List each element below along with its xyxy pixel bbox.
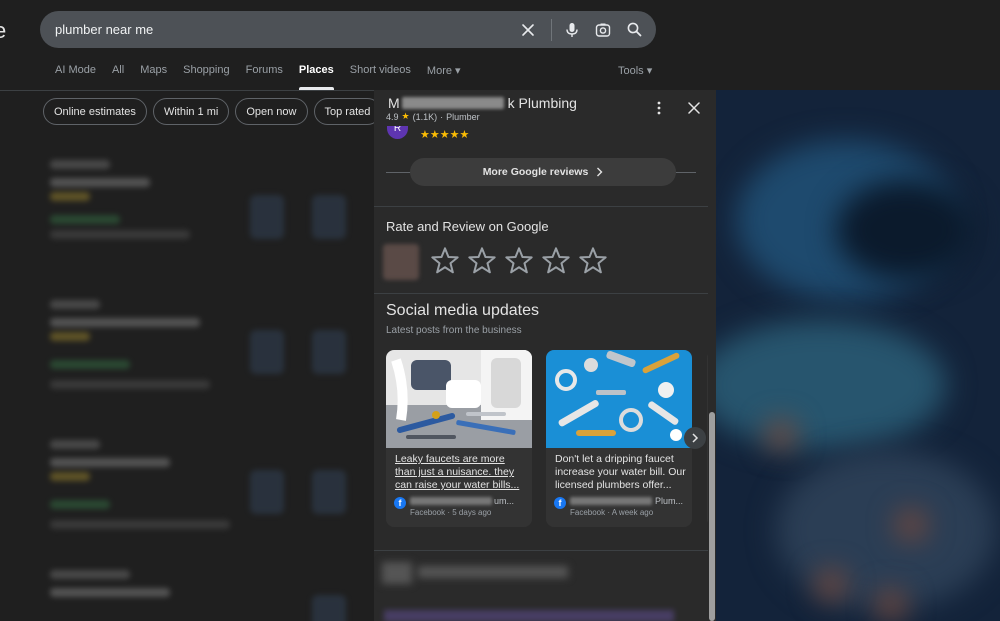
more-google-reviews-button[interactable]: More Google reviews [410, 158, 676, 186]
panel-header: M k Plumbing 4.9 ★ (1.1K) · Plumber [374, 90, 716, 126]
more-options-icon[interactable] [651, 98, 667, 118]
review-count: (1.1K) [412, 111, 438, 122]
search-icon[interactable] [620, 16, 648, 44]
business-name-suffix: k Plumbing [507, 95, 577, 111]
business-title: M k Plumbing [386, 95, 577, 111]
tab-shopping[interactable]: Shopping [183, 64, 230, 90]
business-meta: 4.9 ★ (1.1K) · Plumber [386, 111, 480, 122]
post-author: um... [410, 496, 514, 506]
search-tabs: AI Mode All Maps Shopping Forums Places … [55, 64, 477, 90]
tools-menu[interactable]: Tools ▾ [618, 64, 652, 77]
post-author: Plum... [570, 496, 683, 506]
user-avatar [383, 244, 419, 280]
business-name-prefix: M [388, 95, 400, 111]
facebook-icon: f [554, 497, 566, 509]
tab-all[interactable]: All [112, 64, 124, 90]
tab-maps[interactable]: Maps [140, 64, 167, 90]
post-text[interactable]: Leaky faucets are more than just a nuisa… [395, 453, 527, 492]
search-input[interactable]: plumber near me [55, 22, 514, 37]
chevron-right-icon [597, 167, 603, 177]
close-icon[interactable] [684, 98, 704, 118]
camera-lens-icon[interactable] [589, 16, 617, 44]
carousel-next-button[interactable] [684, 427, 706, 449]
rate-star-4[interactable] [540, 245, 572, 277]
redacted-business-name [401, 97, 504, 109]
google-logo-fragment[interactable]: e [0, 18, 6, 44]
post-author-suffix: um... [494, 496, 515, 506]
tab-ai-mode[interactable]: AI Mode [55, 64, 96, 90]
post-meta: Facebook · 5 days ago [410, 508, 492, 517]
rate-stars-input [429, 245, 609, 277]
facebook-icon: f [394, 497, 406, 509]
rate-star-1[interactable] [429, 245, 461, 277]
search-divider [551, 18, 552, 41]
tab-short-videos[interactable]: Short videos [350, 64, 411, 90]
tab-more[interactable]: More ▾ [427, 64, 461, 90]
chip-within-1-mi[interactable]: Within 1 mi [152, 98, 230, 125]
rating-value: 4.9 [386, 111, 399, 122]
social-updates-subtitle: Latest posts from the business [386, 325, 522, 336]
chip-open-now[interactable]: Open now [235, 98, 308, 125]
redacted-author [570, 497, 652, 505]
clear-icon[interactable] [514, 16, 542, 44]
section-divider [374, 206, 708, 207]
scrollbar-thumb[interactable] [709, 412, 715, 621]
microphone-icon[interactable] [558, 16, 586, 44]
post-meta: Facebook · A week ago [570, 508, 654, 517]
business-category: Plumber [446, 111, 480, 122]
post-author-suffix: Plum... [655, 496, 684, 506]
meta-separator: · [440, 111, 444, 122]
filter-chips: Online estimates Within 1 mi Open now To… [43, 98, 382, 125]
rate-star-2[interactable] [466, 245, 498, 277]
section-divider [374, 550, 708, 551]
post-image-plumbing-tools [386, 350, 532, 448]
more-reviews-label: More Google reviews [482, 166, 589, 178]
section-divider [374, 293, 708, 294]
social-post-card[interactable]: Don't let a dripping faucet increase you… [546, 350, 692, 527]
post-image-faucet-parts [546, 350, 692, 448]
chip-online-estimates[interactable]: Online estimates [43, 98, 147, 125]
tab-places[interactable]: Places [298, 64, 334, 90]
chip-top-rated[interactable]: Top rated [313, 98, 382, 125]
blurred-results-list [50, 150, 370, 621]
rate-star-3[interactable] [503, 245, 535, 277]
rate-star-5[interactable] [577, 245, 609, 277]
tab-forums[interactable]: Forums [246, 64, 283, 90]
social-post-card[interactable]: Leaky faucets are more than just a nuisa… [386, 350, 532, 527]
panel-scrollbar[interactable] [708, 126, 716, 621]
redacted-author [410, 497, 492, 505]
chevron-right-icon [692, 433, 699, 443]
map-view[interactable] [716, 90, 1000, 621]
blurred-section [382, 562, 582, 584]
post-text[interactable]: Don't let a dripping faucet increase you… [555, 453, 687, 492]
rate-review-title: Rate and Review on Google [386, 219, 549, 234]
blurred-purple-bar [384, 610, 674, 621]
review-star-rating: ★★★★★ [420, 129, 470, 141]
business-detail-panel: R ★★★★★ More Google reviews Rate and Rev… [374, 90, 716, 621]
search-bar[interactable]: plumber near me [40, 11, 656, 48]
star-icon: ★ [401, 111, 410, 121]
social-updates-title: Social media updates [386, 302, 539, 319]
